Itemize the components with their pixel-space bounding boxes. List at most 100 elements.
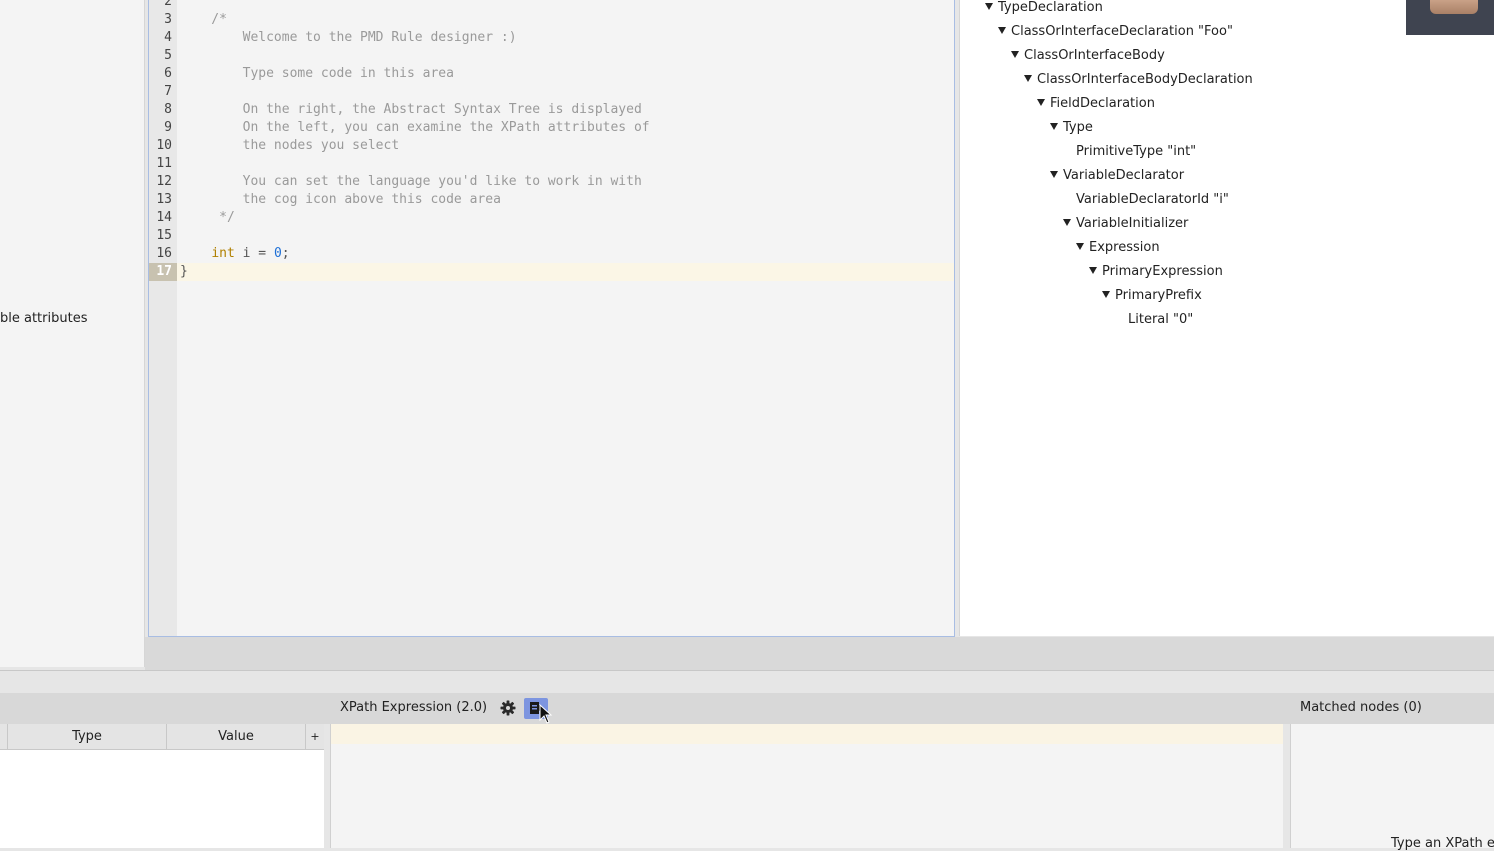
line-number: 8 bbox=[164, 102, 172, 117]
split-pane-divider[interactable] bbox=[0, 670, 1494, 694]
expand-arrow-icon[interactable] bbox=[1011, 51, 1019, 58]
code-line[interactable]: 6 Type some code in this area bbox=[149, 65, 954, 83]
code-line[interactable]: 9 On the left, you can examine the XPath… bbox=[149, 119, 954, 137]
code-text: the cog icon above this code area bbox=[180, 192, 501, 207]
code-line[interactable]: 17} bbox=[149, 263, 954, 281]
line-number: 7 bbox=[164, 84, 172, 99]
code-text: /* bbox=[180, 12, 227, 27]
tree-node-label: ClassOrInterfaceDeclaration "Foo" bbox=[1011, 24, 1233, 39]
xpath-current-line[interactable] bbox=[331, 724, 1283, 744]
tree-node[interactable]: PrimaryExpression bbox=[1089, 264, 1223, 288]
code-text: You can set the language you'd like to w… bbox=[180, 174, 642, 189]
tree-node-label: VariableInitializer bbox=[1076, 216, 1189, 231]
code-text: */ bbox=[180, 210, 235, 225]
matched-nodes-title: Matched nodes (0) bbox=[1300, 700, 1422, 715]
code-line[interactable]: 14 */ bbox=[149, 209, 954, 227]
code-text: int i = 0; bbox=[211, 246, 290, 261]
code-line[interactable]: 8 On the right, the Abstract Syntax Tree… bbox=[149, 101, 954, 119]
attributes-table-header: Type Value + bbox=[0, 724, 324, 750]
code-line[interactable]: 5 bbox=[149, 47, 954, 65]
tree-node[interactable]: FieldDeclaration bbox=[1037, 96, 1155, 120]
line-number: 2 bbox=[164, 0, 172, 9]
code-line[interactable]: 10 the nodes you select bbox=[149, 137, 954, 155]
line-number: 13 bbox=[156, 192, 172, 207]
expand-arrow-icon[interactable] bbox=[1063, 219, 1071, 226]
left-panel bbox=[0, 0, 145, 667]
expand-arrow-icon[interactable] bbox=[1089, 267, 1097, 274]
line-number: 10 bbox=[156, 138, 172, 153]
line-number: 14 bbox=[156, 210, 172, 225]
code-text: Welcome to the PMD Rule designer :) bbox=[180, 30, 517, 45]
tree-node-label: VariableDeclaratorId "i" bbox=[1076, 192, 1229, 207]
expand-arrow-icon[interactable] bbox=[1102, 291, 1110, 298]
matched-nodes-hint: Type an XPath e bbox=[1391, 836, 1494, 851]
expand-arrow-icon[interactable] bbox=[998, 27, 1006, 34]
tree-node[interactable]: ClassOrInterfaceBodyDeclaration bbox=[1024, 72, 1253, 96]
column-header-value[interactable]: Value bbox=[166, 724, 305, 749]
expand-arrow-icon[interactable] bbox=[1037, 99, 1045, 106]
expand-arrow-icon[interactable] bbox=[985, 3, 993, 10]
code-line[interactable]: 3 /* bbox=[149, 11, 954, 29]
mouse-cursor-icon bbox=[539, 703, 553, 724]
code-line[interactable]: 15 bbox=[149, 227, 954, 245]
tree-node-label: Type bbox=[1063, 120, 1093, 135]
matched-nodes-list[interactable] bbox=[1290, 724, 1494, 848]
add-column-button[interactable]: + bbox=[305, 724, 324, 749]
tree-node[interactable]: ClassOrInterfaceBody bbox=[1011, 48, 1165, 72]
code-line[interactable]: 12 You can set the language you'd like t… bbox=[149, 173, 954, 191]
line-number: 4 bbox=[164, 30, 172, 45]
line-number: 17 bbox=[149, 263, 177, 281]
tree-node[interactable]: VariableDeclaratorId "i" bbox=[1076, 192, 1229, 216]
bottom-toolbar bbox=[0, 693, 1494, 724]
code-line[interactable]: 13 the cog icon above this code area bbox=[149, 191, 954, 209]
line-number: 5 bbox=[164, 48, 172, 63]
expand-arrow-icon[interactable] bbox=[1024, 75, 1032, 82]
tree-node-label: TypeDeclaration bbox=[998, 0, 1103, 15]
tree-node[interactable]: Type bbox=[1050, 120, 1093, 144]
xpath-expression-title: XPath Expression (2.0) bbox=[340, 700, 488, 715]
tree-node-label: ClassOrInterfaceBody bbox=[1024, 48, 1165, 63]
line-number: 11 bbox=[156, 156, 172, 171]
tree-node-label: PrimitiveType "int" bbox=[1076, 144, 1197, 159]
tree-node-label: VariableDeclarator bbox=[1063, 168, 1185, 183]
ast-tree-view[interactable]: TypeDeclaration ClassOrInterfaceDeclarati… bbox=[959, 0, 1494, 636]
column-header-type[interactable]: Type bbox=[7, 724, 166, 749]
line-number: 3 bbox=[164, 12, 172, 27]
attributes-hint-text: ble attributes bbox=[0, 311, 88, 326]
tree-node[interactable]: TypeDeclaration bbox=[985, 0, 1103, 24]
code-text: On the left, you can examine the XPath a… bbox=[180, 120, 650, 135]
tree-node[interactable]: VariableInitializer bbox=[1063, 216, 1188, 240]
tree-node[interactable]: PrimitiveType "int" bbox=[1076, 144, 1196, 168]
tree-node[interactable]: VariableDeclarator bbox=[1050, 168, 1184, 192]
line-number: 9 bbox=[164, 120, 172, 135]
tree-node-label: PrimaryPrefix bbox=[1115, 288, 1202, 303]
code-line[interactable]: 11 bbox=[149, 155, 954, 173]
code-editor[interactable]: 23 /* 4 Welcome to the PMD Rule designer … bbox=[148, 0, 955, 637]
tree-node[interactable]: Expression bbox=[1076, 240, 1160, 264]
expand-arrow-icon[interactable] bbox=[1076, 243, 1084, 250]
tree-node-label: ClassOrInterfaceBodyDeclaration bbox=[1037, 72, 1253, 87]
gear-icon bbox=[500, 700, 516, 716]
tree-node-label: PrimaryExpression bbox=[1102, 264, 1223, 279]
line-number: 16 bbox=[156, 246, 172, 261]
code-text: } bbox=[180, 264, 188, 279]
tree-node-label: Expression bbox=[1089, 240, 1160, 255]
tree-node[interactable]: PrimaryPrefix bbox=[1102, 288, 1202, 312]
tree-node-label: Literal "0" bbox=[1128, 312, 1194, 327]
expand-arrow-icon[interactable] bbox=[1050, 171, 1058, 178]
line-number: 6 bbox=[164, 66, 172, 81]
expand-arrow-icon[interactable] bbox=[1050, 123, 1058, 130]
editor-bottom-strip bbox=[145, 637, 1494, 670]
tree-node[interactable]: ClassOrInterfaceDeclaration "Foo" bbox=[998, 24, 1233, 48]
xpath-settings-button[interactable] bbox=[499, 699, 517, 717]
attributes-table-body[interactable] bbox=[0, 750, 324, 848]
line-number: 12 bbox=[156, 174, 172, 189]
code-line[interactable]: 4 Welcome to the PMD Rule designer :) bbox=[149, 29, 954, 47]
code-text: Type some code in this area bbox=[180, 66, 454, 81]
code-line[interactable]: 7 bbox=[149, 83, 954, 101]
code-line[interactable]: 2 bbox=[149, 0, 954, 11]
tree-node-label: FieldDeclaration bbox=[1050, 96, 1155, 111]
line-number: 15 bbox=[156, 228, 172, 243]
tree-node[interactable]: Literal "0" bbox=[1128, 312, 1193, 336]
code-line[interactable]: 16 int i = 0; bbox=[149, 245, 954, 263]
